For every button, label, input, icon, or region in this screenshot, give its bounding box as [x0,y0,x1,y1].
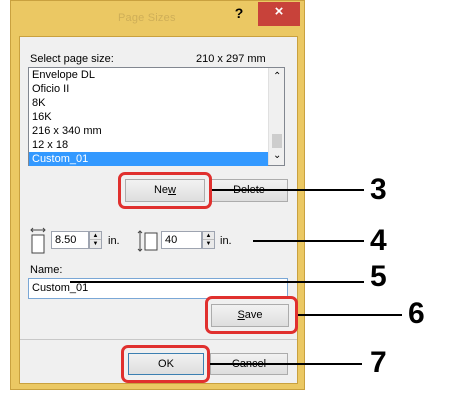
list-item[interactable]: 8K [29,96,268,110]
callout-line-7 [210,363,362,365]
width-icon [30,227,46,255]
window-title: Page Sizes [118,12,176,24]
select-page-size-label: Select page size: [30,53,114,65]
list-item-selected[interactable]: Custom_01 [29,152,268,166]
callout-number-7: 7 [370,346,387,379]
list-item[interactable]: 216 x 340 mm [29,124,268,138]
width-stepper[interactable]: ▲ ▼ [89,231,102,249]
list-item[interactable]: 12 x 18 [29,138,268,152]
list-item[interactable]: Envelope DL [29,68,268,82]
callout-line-5 [70,281,364,283]
callout-number-4: 4 [370,224,387,257]
width-unit: in. [108,235,120,247]
height-icon [137,230,159,252]
callout-number-3: 3 [370,173,387,206]
list-item[interactable]: 16K [29,110,268,124]
callout-box-ok [121,345,210,383]
callout-number-6: 6 [408,297,425,330]
page-size-items: Envelope DL Oficio II 8K 16K 216 x 340 m… [29,68,268,166]
callout-box-new [118,172,212,209]
width-input[interactable]: 8.50 [51,231,89,249]
name-label: Name: [30,264,63,276]
current-page-size: 210 x 297 mm [196,53,266,65]
scroll-up-icon[interactable]: ⌃ [273,71,281,82]
list-item[interactable]: Oficio II [29,82,268,96]
close-button[interactable]: × [258,2,300,26]
help-button[interactable]: ? [228,2,250,24]
callout-line-3 [212,189,364,191]
height-input[interactable]: 40 [161,231,202,249]
stepper-down-icon[interactable]: ▼ [203,240,214,248]
height-unit: in. [220,235,232,247]
scroll-down-icon[interactable]: ⌄ [273,150,281,161]
stepper-up-icon[interactable]: ▲ [90,232,101,240]
scroll-thumb[interactable] [272,134,282,148]
callout-box-save [205,296,298,334]
callout-number-5: 5 [370,260,387,293]
height-stepper[interactable]: ▲ ▼ [202,231,215,249]
list-scrollbar[interactable]: ⌃ ⌄ [268,68,284,165]
stepper-down-icon[interactable]: ▼ [90,240,101,248]
separator [20,339,297,340]
callout-line-4 [253,240,364,242]
stepper-up-icon[interactable]: ▲ [203,232,214,240]
callout-line-6 [298,314,402,316]
